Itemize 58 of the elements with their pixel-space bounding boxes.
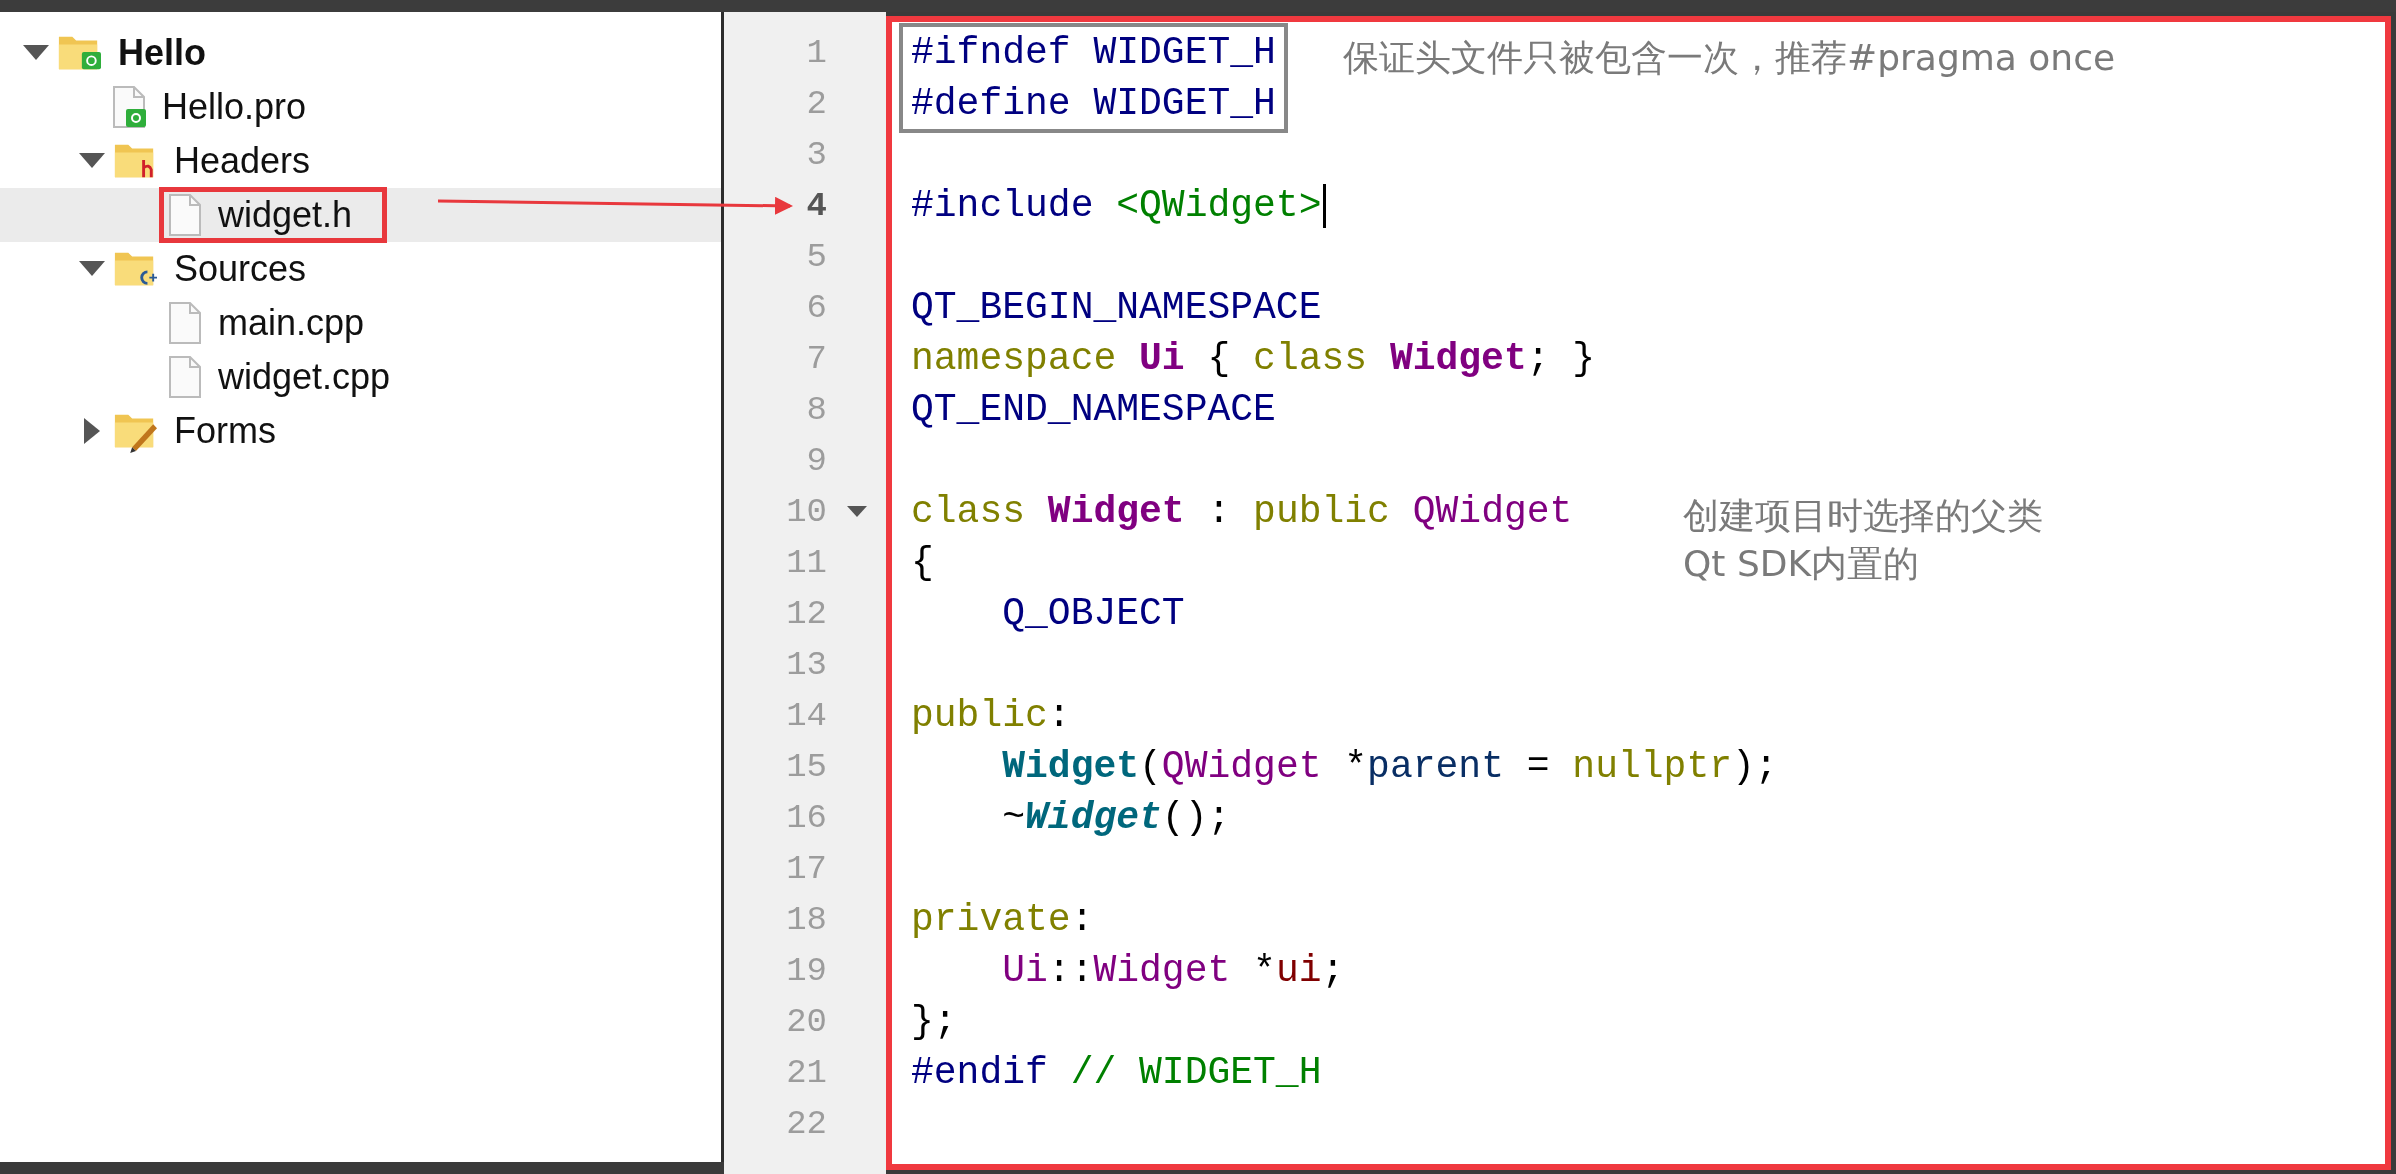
- line-number: 19: [785, 951, 827, 990]
- line-number: 16: [785, 798, 827, 837]
- code-line: #define WIDGET_H: [911, 81, 1276, 127]
- code-line: namespace Ui { class Widget; }: [911, 336, 1596, 382]
- tree-item[interactable]: Hello.pro: [162, 86, 307, 128]
- line-number: 17: [785, 849, 827, 888]
- line-number: 21: [785, 1053, 827, 1092]
- line-number: 9: [805, 441, 827, 480]
- file-icon: [168, 355, 202, 399]
- line-number: 10: [785, 492, 827, 531]
- tree-item[interactable]: widget.cpp: [218, 356, 391, 398]
- collapse-arrow-icon[interactable]: [23, 45, 49, 61]
- tree-item[interactable]: main.cpp: [218, 302, 365, 344]
- file-icon: [168, 301, 202, 345]
- code-line: public:: [911, 693, 1071, 739]
- code-line: Ui::Widget *ui;: [1001, 948, 1345, 994]
- line-number: 8: [805, 390, 827, 429]
- line-number: 22: [785, 1104, 827, 1143]
- line-number: 15: [785, 747, 827, 786]
- code-line: QT_END_NAMESPACE: [911, 387, 1276, 433]
- code-line: Q_OBJECT: [1001, 591, 1185, 637]
- tree-item[interactable]: Hello: [118, 32, 206, 74]
- line-number: 18: [785, 900, 827, 939]
- code-line: private:: [911, 897, 1094, 943]
- line-number: 5: [805, 237, 827, 276]
- annotation-text: 保证头文件只被包含一次，推荐#pragma once: [1343, 36, 2116, 80]
- line-number: 3: [805, 135, 827, 174]
- line-number: 14: [785, 696, 827, 735]
- file-icon: [112, 85, 146, 129]
- collapse-arrow-icon[interactable]: [79, 261, 105, 277]
- tree-item[interactable]: Sources: [174, 248, 307, 290]
- annotation-text: 创建项目时选择的父类: [1683, 494, 2043, 538]
- line-number: 13: [785, 645, 827, 684]
- tree-item[interactable]: widget.h: [218, 194, 353, 236]
- code-line: #endif // WIDGET_H: [911, 1050, 1322, 1096]
- code-line: Widget(QWidget *parent = nullptr);: [1001, 744, 1778, 790]
- line-number: 1: [805, 33, 827, 72]
- annotation-text: Qt SDK内置的: [1683, 542, 1921, 586]
- code-line: class Widget : public QWidget: [911, 489, 1573, 535]
- code-line: #ifndef WIDGET_H: [911, 30, 1276, 76]
- code-line: #include <QWidget>: [911, 183, 1322, 229]
- expand-arrow-icon[interactable]: [84, 418, 100, 444]
- line-number: 12: [785, 594, 827, 633]
- line-number: 4: [805, 186, 827, 225]
- code-line: };: [911, 999, 957, 1045]
- code-line: ~Widget();: [1001, 795, 1231, 841]
- tree-item[interactable]: Headers: [174, 140, 311, 182]
- fold-arrow-icon[interactable]: [846, 505, 867, 518]
- collapse-arrow-icon[interactable]: [79, 153, 105, 169]
- code-line: QT_BEGIN_NAMESPACE: [911, 285, 1322, 331]
- line-number: 11: [785, 543, 827, 582]
- file-icon: [168, 193, 202, 237]
- code-line: {: [911, 540, 934, 586]
- line-number: 2: [805, 84, 827, 123]
- line-number: 6: [805, 288, 827, 327]
- line-number: 7: [805, 339, 827, 378]
- line-number: 20: [785, 1002, 827, 1041]
- tree-item[interactable]: Forms: [174, 410, 276, 452]
